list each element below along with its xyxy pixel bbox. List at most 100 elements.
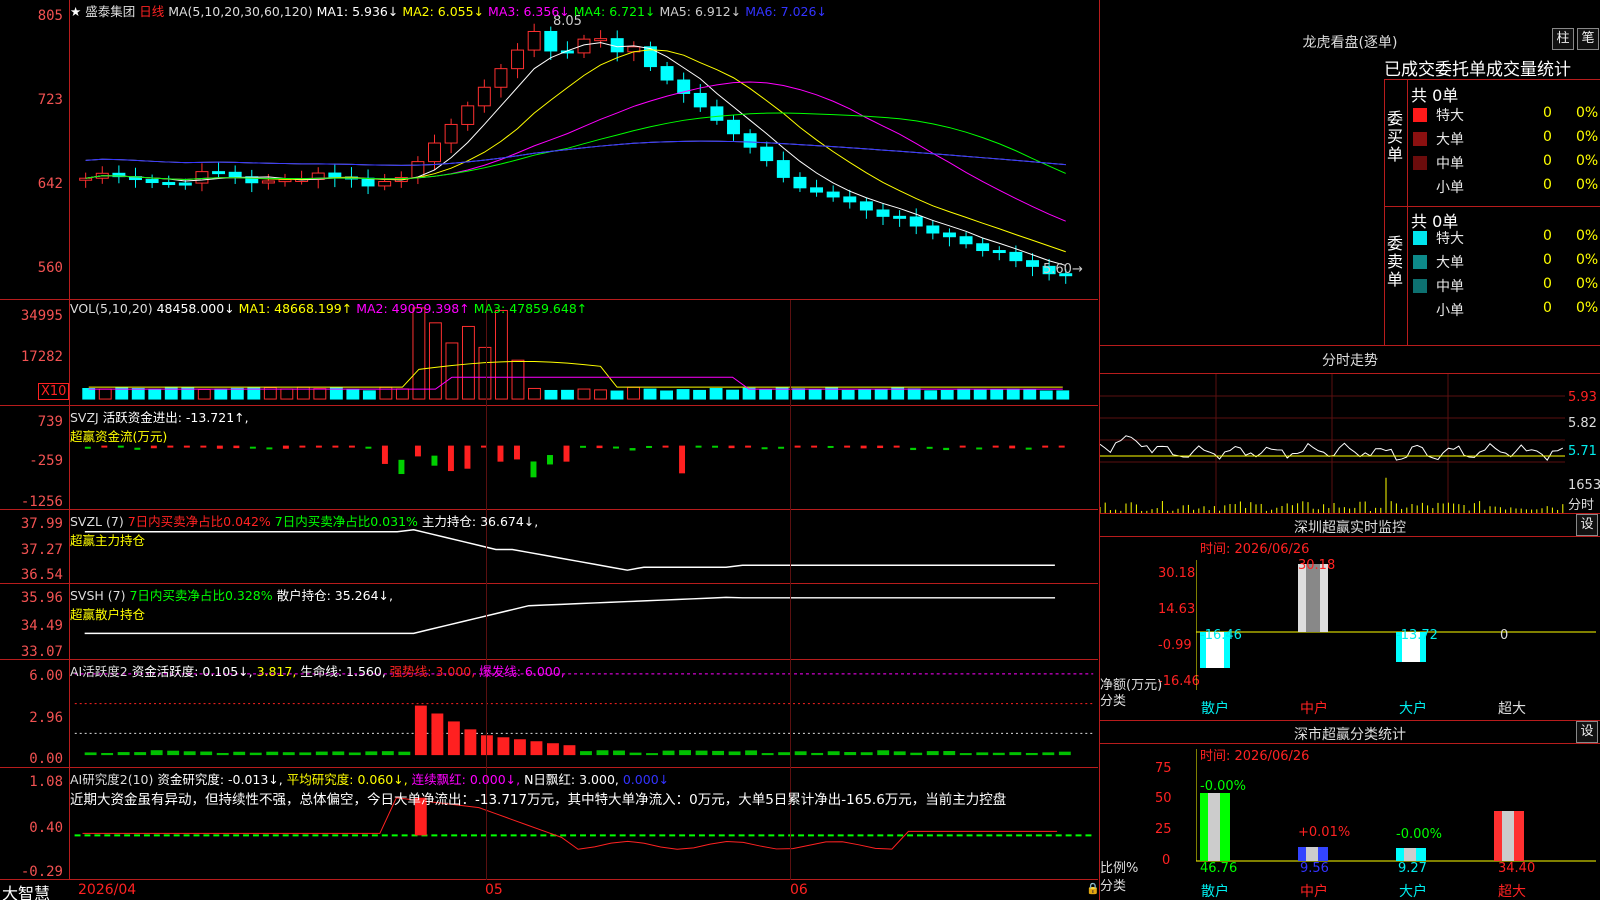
activity-bar bbox=[613, 750, 625, 756]
fund-bar bbox=[332, 445, 339, 448]
fund-bar bbox=[679, 445, 686, 474]
ai-activity-pane[interactable]: 6.00 2.96 0.00 AI活跃度2 资金活跃度: 0.105↓, 3.8… bbox=[0, 660, 1098, 768]
ai-research-pane[interactable]: 1.08 0.40 -0.29 AI研究度2(10) 资金研究度: -0.013… bbox=[0, 768, 1098, 880]
svzj-pane[interactable]: 739 -259 -1256 SVZJ 活跃资金进出: -13.721↑, 超赢… bbox=[0, 406, 1098, 510]
fund-bar bbox=[976, 447, 983, 450]
volume-bar bbox=[874, 388, 888, 400]
svzl-ratio-a: 7日内买卖净占比0.042% bbox=[127, 514, 271, 529]
volume-axis-label: 17282 bbox=[20, 349, 63, 365]
activity-bar bbox=[992, 752, 1005, 756]
candle bbox=[710, 106, 724, 121]
volume-bar bbox=[990, 389, 1004, 400]
activity-bar bbox=[332, 751, 345, 756]
candle bbox=[444, 123, 458, 144]
activity-bar bbox=[150, 750, 163, 756]
fund-bar bbox=[893, 445, 900, 448]
volume-bar bbox=[197, 388, 211, 400]
sz-monitor-panel: 深圳超赢实时监控 设 时间: 2026/06/26 30.18 14.63 -0… bbox=[1099, 513, 1600, 720]
fund-bar bbox=[84, 446, 91, 449]
svsh-pane[interactable]: 35.96 34.49 33.07 SVSH (7) 7日内买卖净占比0.328… bbox=[0, 584, 1098, 660]
category-label: 散户 bbox=[1201, 884, 1229, 900]
activity-bar bbox=[431, 713, 444, 756]
volume-bar bbox=[577, 388, 591, 400]
activity-bar bbox=[348, 752, 361, 756]
svzj-axis-label: -1256 bbox=[20, 494, 63, 510]
volume-bar bbox=[907, 388, 921, 400]
legend-swatch bbox=[1413, 132, 1427, 146]
tick-mode-button[interactable]: 笔 bbox=[1577, 28, 1599, 50]
fund-bar bbox=[547, 455, 553, 465]
brand-logo[interactable]: 大智慧 bbox=[2, 880, 50, 900]
axis-label: 50 bbox=[1155, 791, 1172, 806]
ai1-b: 3.817, bbox=[256, 664, 297, 679]
fund-bar bbox=[299, 445, 306, 448]
intraday-chart[interactable] bbox=[1100, 374, 1565, 514]
volume-bar bbox=[214, 388, 228, 400]
activity-bar bbox=[596, 750, 609, 756]
svzl-pane[interactable]: 37.99 37.27 36.54 SVZL (7) 7日内买卖净占比0.042… bbox=[0, 510, 1098, 584]
fund-bar bbox=[183, 445, 190, 448]
category-label: 大户 bbox=[1399, 701, 1427, 717]
price-chart[interactable] bbox=[70, 0, 1098, 299]
svzl-axis: 37.99 37.27 36.54 bbox=[0, 510, 70, 583]
volume-bar bbox=[362, 390, 376, 400]
candle bbox=[178, 182, 192, 186]
settings-button[interactable]: 设 bbox=[1576, 721, 1598, 743]
lhb-panel: 龙虎看盘(逐单) 柱 笔 已成交委托单成交量统计 委买单 共 0单 特大 0 0% 大… bbox=[1099, 0, 1600, 345]
lock-icon[interactable]: 🔒 bbox=[1086, 882, 1100, 895]
activity-bar bbox=[167, 750, 180, 756]
activity-bar bbox=[183, 751, 196, 756]
price-axis-label: 642 bbox=[37, 176, 63, 192]
volume-bar bbox=[544, 389, 558, 400]
bar-value: 30.18 bbox=[1298, 558, 1336, 573]
price-pane[interactable]: 805 723 642 560 ★ 盛泰集团 日线 MA(5,10,20,30,… bbox=[0, 0, 1098, 300]
buy-label: 委买单 bbox=[1387, 110, 1405, 164]
category-bar bbox=[1208, 793, 1220, 861]
bar-mode-button[interactable]: 柱 bbox=[1552, 28, 1574, 50]
price-axis-label: 805 bbox=[37, 8, 63, 24]
bar-bottom-label: 9.56 bbox=[1300, 861, 1329, 876]
period-label[interactable]: 日线 bbox=[139, 4, 164, 19]
settings-button[interactable]: 设 bbox=[1576, 514, 1598, 536]
volume-bar bbox=[230, 387, 244, 400]
volume-pane[interactable]: 34995 17282 X10 VOL(5,10,20) 48458.000↓ … bbox=[0, 300, 1098, 406]
vol-ma3: MA3: 47859.648↑ bbox=[473, 301, 588, 316]
ma-params: MA(5,10,20,30,60,120) bbox=[168, 4, 313, 19]
category-label: 超大 bbox=[1498, 701, 1526, 717]
volume-bar bbox=[395, 388, 409, 400]
candle bbox=[278, 179, 292, 183]
activity-bar bbox=[282, 752, 295, 756]
order-count: 0 bbox=[1543, 153, 1552, 169]
ai-research-axis-label: 1.08 bbox=[29, 774, 63, 790]
order-count: 0 bbox=[1543, 105, 1552, 121]
candle bbox=[145, 179, 159, 184]
star-icon[interactable]: ★ bbox=[70, 4, 81, 19]
volume-bar bbox=[742, 387, 756, 400]
fund-bar bbox=[1042, 445, 1049, 448]
order-category: 小单 bbox=[1436, 180, 1464, 196]
ai2-name: AI研究度2(10) bbox=[70, 772, 154, 787]
axis-label: 25 bbox=[1155, 822, 1172, 837]
activity-bar bbox=[728, 751, 741, 756]
fund-bar bbox=[613, 446, 619, 449]
fund-bar bbox=[398, 459, 405, 475]
order-count: 0 bbox=[1543, 276, 1552, 292]
candle bbox=[1026, 260, 1039, 267]
volume-bar bbox=[1056, 390, 1070, 400]
svzj-axis-label: -259 bbox=[29, 453, 63, 469]
candle bbox=[893, 215, 907, 219]
volume-bar bbox=[412, 307, 426, 400]
volume-bar bbox=[528, 387, 541, 400]
fund-bar bbox=[1058, 445, 1065, 448]
candle bbox=[1009, 251, 1023, 262]
candle bbox=[212, 171, 226, 175]
ai2-nday: N日飘红: 3.000, bbox=[524, 772, 619, 787]
intraday-panel[interactable]: 分时走势 5.93 5.82 5.71 1653 分时 bbox=[1099, 345, 1600, 514]
sz-monitor-title: 深圳超赢实时监控 bbox=[1294, 520, 1406, 536]
ai-research-header: AI研究度2(10) 资金研究度: -0.013↓, 平均研究度: 0.060↓… bbox=[70, 769, 669, 788]
intraday-volume-label: 1653 bbox=[1568, 478, 1600, 493]
activity-bar bbox=[398, 751, 411, 756]
activity-bar bbox=[959, 753, 972, 756]
activity-bar bbox=[926, 751, 939, 756]
fund-bar bbox=[249, 446, 256, 449]
